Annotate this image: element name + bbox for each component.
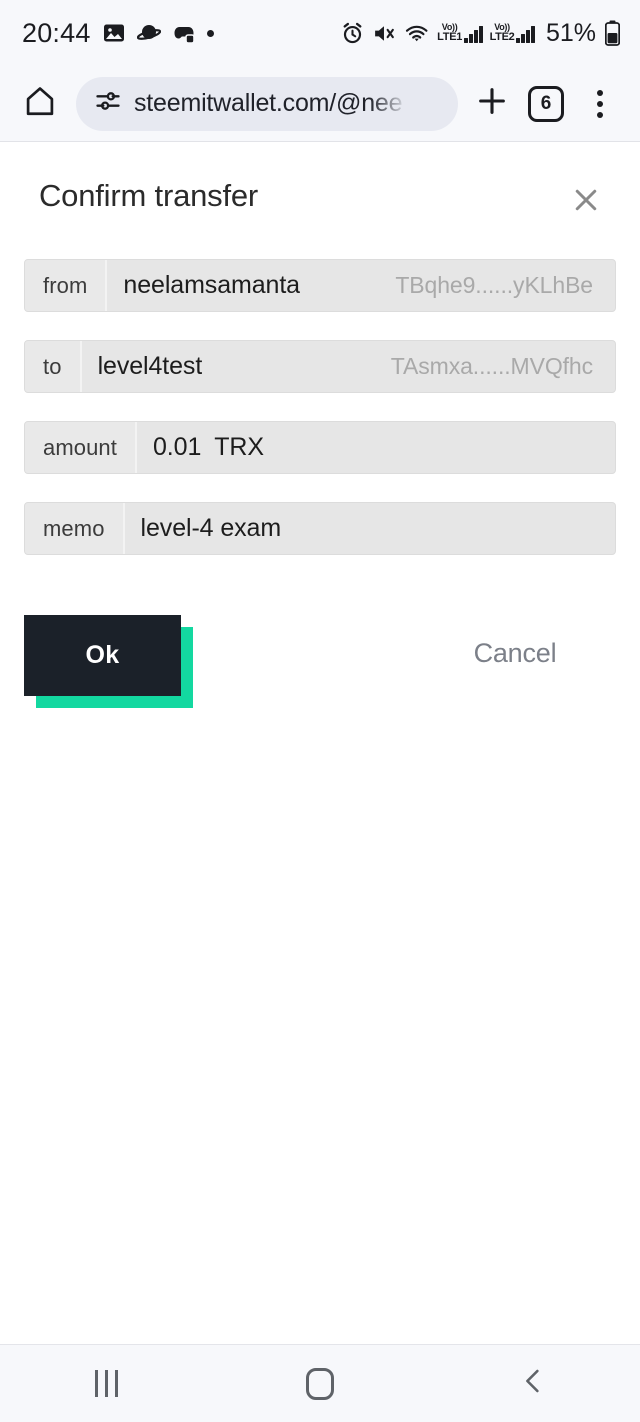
photo-icon xyxy=(102,21,126,45)
gamepad-icon xyxy=(172,21,196,45)
from-address: TBqhe9......yKLhBe xyxy=(395,272,593,298)
plus-icon xyxy=(475,84,509,123)
field-value-amount: 0.01 TRX xyxy=(137,422,615,473)
memo-value: level-4 exam xyxy=(140,514,282,542)
amount-value: 0.01 xyxy=(152,433,202,461)
cancel-button[interactable]: Cancel xyxy=(440,638,590,669)
home-button[interactable] xyxy=(14,78,66,130)
battery-percent-label: 51% xyxy=(545,18,596,47)
recents-icon xyxy=(95,1370,119,1397)
url-text: steemitwallet.com/@nee xyxy=(134,89,403,117)
alarm-icon xyxy=(340,21,365,46)
field-value-to: level4test TAsmxa......MVQfhc xyxy=(82,341,615,392)
field-label-to: to xyxy=(25,341,82,392)
field-label-memo: memo xyxy=(25,503,125,554)
field-row-amount: amount 0.01 TRX xyxy=(24,421,616,474)
page-content: Confirm transfer from neelamsamanta TBqh… xyxy=(0,142,640,1344)
field-row-to: to level4test TAsmxa......MVQfhc xyxy=(24,340,616,393)
url-bar[interactable]: steemitwallet.com/@nee xyxy=(76,76,458,131)
field-row-memo: memo level-4 exam xyxy=(24,502,616,555)
status-bar-left: 20:44 xyxy=(22,18,214,49)
from-username: neelamsamanta xyxy=(123,271,300,299)
field-label-from: from xyxy=(25,260,108,311)
android-nav-bar xyxy=(0,1344,640,1422)
mute-icon xyxy=(372,21,397,46)
planet-icon xyxy=(136,21,161,45)
home-nav-button[interactable] xyxy=(260,1349,380,1419)
new-tab-button[interactable] xyxy=(466,78,518,130)
field-label-amount: amount xyxy=(25,422,137,473)
dot-icon xyxy=(206,29,214,37)
battery-icon xyxy=(605,20,620,46)
field-row-from: from neelamsamanta TBqhe9......yKLhBe xyxy=(24,259,616,312)
status-clock: 20:44 xyxy=(22,17,91,48)
browser-menu-button[interactable] xyxy=(574,78,626,130)
sim2-network-label: LTE2 xyxy=(489,31,515,43)
sim1-network-label: LTE1 xyxy=(437,31,463,43)
kebab-menu-icon xyxy=(597,89,603,118)
home-button-icon xyxy=(305,1367,334,1400)
dialog-actions: Ok Cancel xyxy=(0,615,640,725)
to-username: level4test xyxy=(97,352,203,380)
home-icon xyxy=(23,84,57,123)
confirm-button[interactable]: Ok xyxy=(24,615,181,696)
wifi-icon xyxy=(404,21,430,46)
confirm-button-wrap: Ok xyxy=(24,615,193,708)
sim2-signal-icon: Vo)) LTE2 xyxy=(490,23,535,43)
amount-unit: TRX xyxy=(214,433,264,461)
tab-count-badge: 6 xyxy=(528,85,564,122)
tab-switcher-button[interactable]: 6 xyxy=(520,78,572,130)
tune-icon[interactable] xyxy=(94,87,122,120)
close-button[interactable] xyxy=(564,180,608,224)
sim1-signal-icon: Vo)) LTE1 xyxy=(437,23,483,43)
page-title: Confirm transfer xyxy=(39,178,259,213)
transfer-fields: from neelamsamanta TBqhe9......yKLhBe to… xyxy=(0,224,640,555)
status-bar-right: Vo)) LTE1 Vo)) LTE2 51% xyxy=(340,19,620,48)
status-bar: 20:44 Vo)) LTE1 Vo)) LTE2 51% xyxy=(0,0,640,66)
to-address: TAsmxa......MVQfhc xyxy=(390,353,593,379)
phone-screen: 20:44 Vo)) LTE1 Vo)) LTE2 51% steemitwal… xyxy=(0,0,640,1422)
browser-toolbar: steemitwallet.com/@nee 6 xyxy=(0,66,640,142)
close-icon xyxy=(571,185,601,220)
field-value-from: neelamsamanta TBqhe9......yKLhBe xyxy=(107,260,615,311)
field-value-memo: level-4 exam xyxy=(125,503,615,554)
back-button[interactable] xyxy=(473,1349,593,1419)
back-chevron-icon xyxy=(518,1366,548,1401)
recents-button[interactable] xyxy=(47,1349,167,1419)
dialog-header: Confirm transfer xyxy=(0,142,640,224)
